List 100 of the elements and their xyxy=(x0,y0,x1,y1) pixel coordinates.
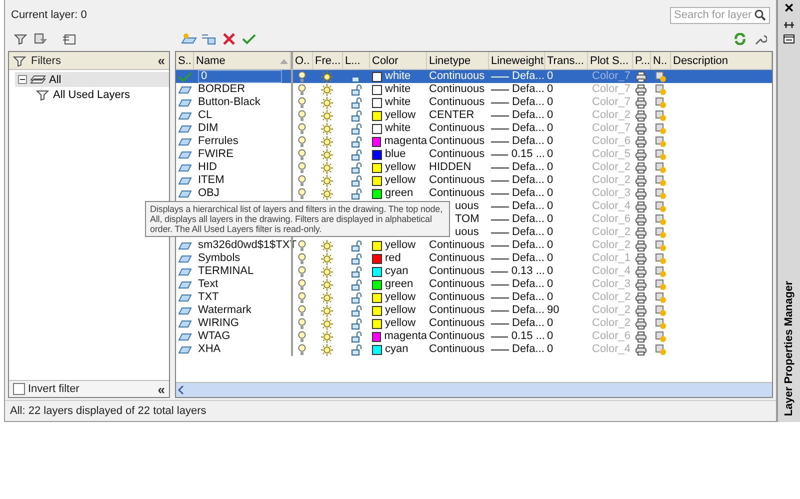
name-field[interactable]: 0 xyxy=(198,70,282,83)
new-viewport-icon xyxy=(655,110,667,122)
search-field[interactable]: Search for layer xyxy=(670,6,770,24)
color-swatch[interactable] xyxy=(372,344,382,354)
color-swatch[interactable] xyxy=(372,280,382,290)
color-swatch[interactable] xyxy=(372,98,382,108)
color-swatch[interactable] xyxy=(372,240,382,250)
column-header[interactable]: P... xyxy=(633,52,651,69)
layer-row[interactable]: Text green Continuous Defa... 0 Color_3 xyxy=(176,278,772,291)
column-header[interactable]: Plot S... xyxy=(588,52,633,69)
printer-icon xyxy=(635,70,647,82)
layer-row[interactable]: Watermark yellow Continuous Defa... 90 Color_2 xyxy=(176,304,772,317)
new-layer-icon xyxy=(181,33,197,45)
layer-row[interactable]: WTAG magenta Continuous 0.15 ... 0 Color_6 xyxy=(176,330,772,343)
close-button[interactable]: × xyxy=(784,2,794,16)
printer-icon xyxy=(635,122,647,134)
layer-icon xyxy=(178,318,192,330)
sun-icon xyxy=(321,174,333,186)
transparency-text: 0 xyxy=(547,174,554,187)
layer-icon xyxy=(178,110,192,122)
column-header[interactable]: N.. xyxy=(651,52,671,69)
transparency-text: 0 xyxy=(547,148,554,161)
color-swatch[interactable] xyxy=(372,176,382,186)
tree-item[interactable]: All xyxy=(15,72,169,87)
color-swatch[interactable] xyxy=(372,266,382,276)
transparency-text: 0 xyxy=(547,291,554,304)
tree-item[interactable]: All Used Layers xyxy=(33,87,169,102)
lock-icon xyxy=(351,318,363,330)
lineweight-text: Defa... xyxy=(512,226,544,239)
line-sample-icon xyxy=(491,100,509,104)
properties-icon[interactable] xyxy=(783,34,795,44)
lineweight-text: Defa... xyxy=(512,161,544,174)
printer-icon xyxy=(635,96,647,108)
column-header[interactable]: S.. xyxy=(176,52,194,69)
layer-name: Button-Black xyxy=(198,96,260,109)
layer-row[interactable]: ITEM yellow Continuous Defa... 0 Color_2 xyxy=(176,174,772,187)
layer-row[interactable]: OBJ green Continuous Defa... 0 Color_3 xyxy=(176,187,772,200)
color-swatch[interactable] xyxy=(372,162,382,172)
scroll-left-icon[interactable] xyxy=(176,385,186,395)
color-swatch[interactable] xyxy=(372,332,382,342)
column-header[interactable]: Lineweight xyxy=(489,52,545,69)
column-header[interactable]: Linetype xyxy=(427,52,489,69)
new-viewport-icon xyxy=(655,214,667,226)
column-header[interactable]: Trans... xyxy=(545,52,588,69)
delete-button[interactable] xyxy=(221,31,237,47)
color-swatch[interactable] xyxy=(372,292,382,302)
line-sample-icon xyxy=(491,270,508,274)
layer-row[interactable]: 0 white Continuous Defa... 0 Color_7 xyxy=(176,70,772,83)
layer-row[interactable]: TXT yellow Continuous Defa... 0 Color_2 xyxy=(176,291,772,304)
linetype-text: HIDDEN xyxy=(429,161,472,174)
collapse-button[interactable]: « xyxy=(158,54,165,67)
plot-style-text: Color_3 xyxy=(592,278,631,291)
color-swatch[interactable] xyxy=(372,110,382,120)
column-header[interactable]: Color xyxy=(370,52,427,69)
bulb-icon xyxy=(297,344,307,356)
color-swatch[interactable] xyxy=(372,136,382,146)
layer-row[interactable]: BORDER white Continuous Defa... 0 Color_7 xyxy=(176,83,772,96)
column-header[interactable]: Fre... xyxy=(313,52,343,69)
layer-row[interactable]: Symbols red Continuous Defa... 0 Color_1 xyxy=(176,252,772,265)
lock-icon xyxy=(351,278,363,290)
refresh-button[interactable] xyxy=(732,31,748,47)
layer-row[interactable]: FWIRE blue Continuous 0.15 ... 0 Color_5 xyxy=(176,148,772,161)
color-name: cyan xyxy=(385,343,408,356)
plot-style-text: Color_2 xyxy=(592,317,631,330)
printer-icon xyxy=(635,148,647,160)
bulb-icon xyxy=(297,84,307,96)
color-swatch[interactable] xyxy=(372,124,382,134)
color-swatch[interactable] xyxy=(372,306,382,316)
layer-row[interactable]: Ferrules magenta Continuous Defa... 0 Color_6 xyxy=(176,135,772,148)
bulb-icon xyxy=(297,148,307,160)
plot-style-text: Color_1 xyxy=(592,252,631,265)
layer-row[interactable]: DIM white Continuous Defa... 0 Color_7 xyxy=(176,122,772,135)
layer-row[interactable]: Button-Black white Continuous Defa... 0 Color_7 xyxy=(176,96,772,109)
layer-row[interactable]: TERMINAL cyan Continuous 0.13 ... 0 Color_4 xyxy=(176,265,772,278)
filter-icon xyxy=(13,54,27,66)
layer-row[interactable]: sm326d0wd$1$TXT yellow Continuous Defa... 0 Color_2 xyxy=(176,239,772,252)
printer-icon xyxy=(635,278,647,290)
auto-hide-icon[interactable] xyxy=(783,20,795,30)
column-header[interactable]: L... xyxy=(343,52,370,69)
column-header[interactable]: Description xyxy=(671,52,772,69)
color-swatch[interactable] xyxy=(372,318,382,328)
linetype-text: uous xyxy=(455,226,479,239)
layer-row[interactable]: XHA cyan Continuous Defa... 0 Color_4 xyxy=(176,343,772,356)
collapse-icon[interactable] xyxy=(18,75,27,84)
lineweight-text: Defa... xyxy=(512,70,544,83)
column-header[interactable]: O.. xyxy=(293,52,313,69)
invert-filter-checkbox[interactable] xyxy=(13,383,25,395)
color-swatch[interactable] xyxy=(372,84,382,94)
color-swatch[interactable] xyxy=(372,188,382,198)
layer-row[interactable]: CL yellow CENTER Defa... 0 Color_2 xyxy=(176,109,772,122)
layer-icon xyxy=(178,240,192,252)
transparency-text: 0 xyxy=(547,330,554,343)
color-swatch[interactable] xyxy=(372,150,382,160)
collapse-button[interactable]: « xyxy=(158,382,165,396)
new-viewport-icon xyxy=(655,252,667,264)
color-swatch[interactable] xyxy=(372,72,382,82)
layer-row[interactable]: HID yellow HIDDEN Defa... 0 Color_2 xyxy=(176,161,772,174)
layer-row[interactable]: WIRING yellow Continuous Defa... 0 Color_2 xyxy=(176,317,772,330)
color-swatch[interactable] xyxy=(372,254,382,264)
transparency-text: 0 xyxy=(547,96,554,109)
